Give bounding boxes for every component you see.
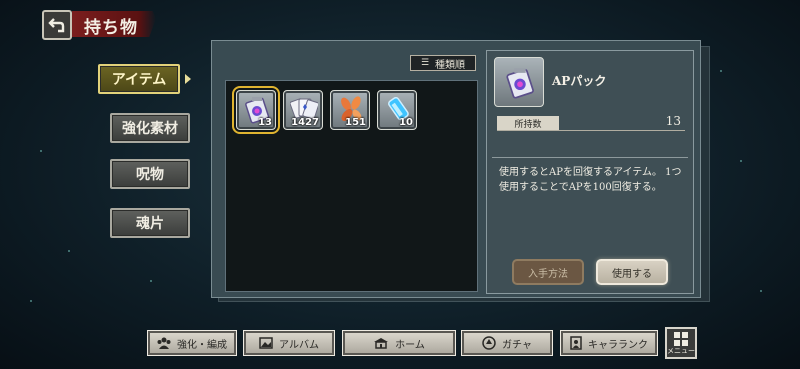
item-slot-cards[interactable]: 1427: [283, 90, 323, 130]
detail-description: 使用するとAPを回復するアイテム。 1つ使用することでAPを100回復する。: [499, 167, 682, 193]
tab-cursed-objects[interactable]: 呪物: [110, 159, 190, 189]
background-star: [68, 250, 70, 252]
home-icon: [374, 338, 389, 349]
background-star: [40, 150, 42, 152]
background-star: [30, 300, 32, 302]
back-button[interactable]: [42, 10, 72, 40]
item-slot-petals[interactable]: 151: [330, 90, 370, 130]
menu-label: メニュー: [667, 347, 695, 355]
item-slot-ap-pack[interactable]: 13: [232, 86, 280, 134]
nav-enhance-formation[interactable]: 強化・編成: [147, 330, 237, 356]
sort-button[interactable]: ☰ 種類順: [410, 55, 476, 71]
sort-icon: ☰: [420, 58, 430, 68]
detail-item-image: [494, 57, 544, 107]
detail-item-name: APパック: [552, 74, 607, 88]
gacha-icon: [482, 336, 496, 350]
background-star: [760, 290, 762, 292]
background-star: [720, 70, 722, 72]
character-rank-icon: [570, 336, 582, 350]
nav-home[interactable]: ホーム: [342, 330, 456, 356]
nav-label: ホーム: [395, 339, 425, 351]
ap-pack-icon: [506, 68, 534, 99]
item-count: 10: [399, 117, 413, 128]
page-title: 持ち物: [84, 18, 138, 38]
how-to-obtain-button[interactable]: 入手方法: [512, 259, 584, 285]
nav-label: 強化・編成: [177, 339, 227, 351]
active-tab-arrow-icon: [185, 74, 191, 84]
background-star: [740, 160, 742, 162]
tab-enhance-materials[interactable]: 強化素材: [110, 113, 190, 143]
item-count: 13: [258, 117, 272, 128]
menu-button[interactable]: メニュー: [665, 327, 697, 359]
nav-label: ガチャ: [502, 339, 532, 351]
nav-album[interactable]: アルバム: [243, 330, 335, 356]
tab-items[interactable]: アイテム: [98, 64, 180, 94]
sort-label: 種類順: [435, 59, 466, 71]
owned-count-row: 所持数 13: [497, 114, 685, 131]
nav-label: キャラランク: [588, 339, 648, 351]
owned-count-value: 13: [665, 114, 681, 128]
divider: [492, 157, 688, 158]
back-arrow-icon: [48, 18, 65, 33]
owned-count-label: 所持数: [497, 116, 559, 130]
party-icon: [157, 337, 171, 349]
item-slot-crystal-vial[interactable]: 10: [377, 90, 417, 130]
menu-grid-icon: [674, 332, 688, 346]
item-count: 1427: [291, 117, 319, 128]
background-star: [150, 280, 152, 282]
tab-soul-fragments[interactable]: 魂片: [110, 208, 190, 238]
nav-gacha[interactable]: ガチャ: [461, 330, 553, 356]
item-count: 151: [345, 117, 366, 128]
nav-character-rank[interactable]: キャラランク: [560, 330, 658, 356]
use-button[interactable]: 使用する: [596, 259, 668, 285]
nav-label: アルバム: [279, 339, 319, 351]
album-icon: [259, 337, 273, 349]
